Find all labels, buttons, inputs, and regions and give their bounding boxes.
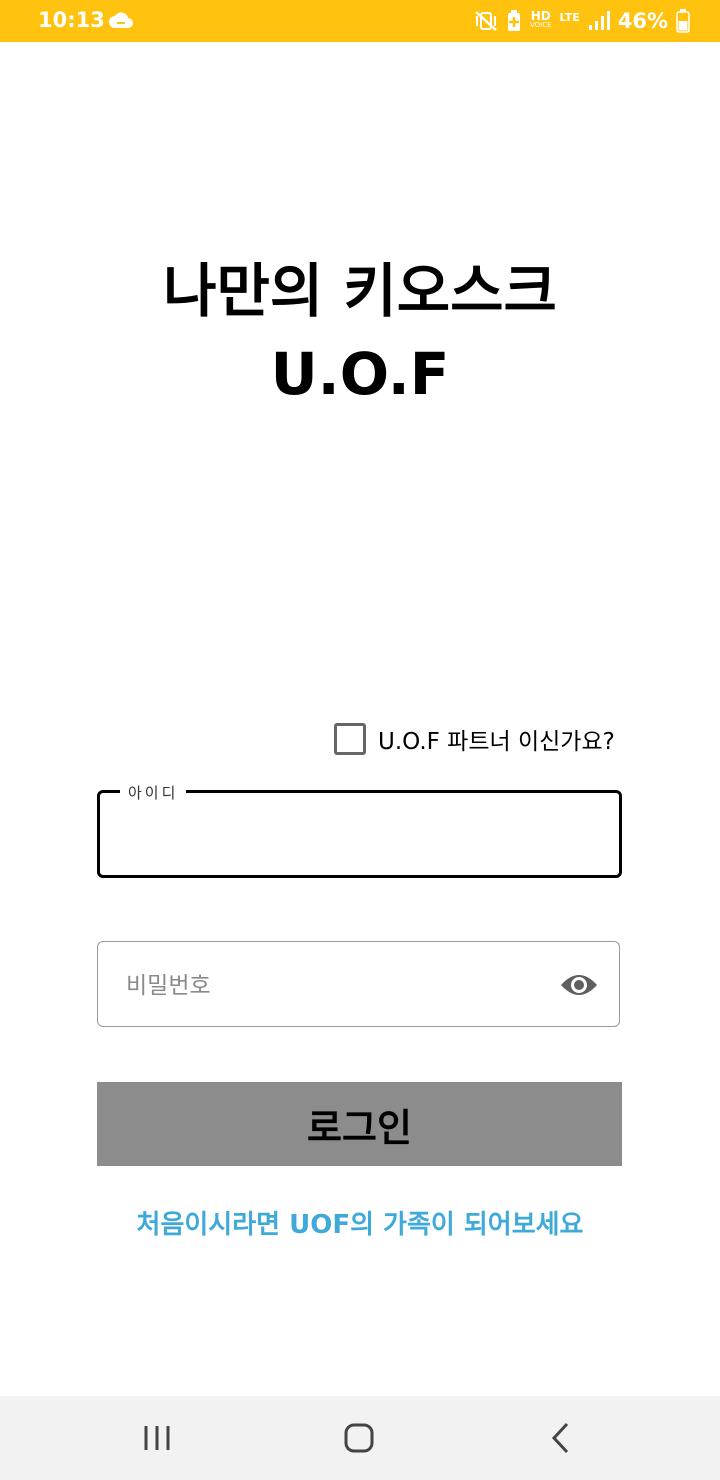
status-bar: 10:13 HD VOICE LTE 46% <box>0 0 720 42</box>
home-icon[interactable] <box>339 1418 379 1458</box>
vibrate-mute-icon <box>475 11 497 31</box>
back-icon[interactable] <box>541 1418 581 1458</box>
status-time: 10:13 <box>38 8 105 32</box>
partner-checkbox[interactable] <box>334 723 366 755</box>
voice-label: VOICE <box>529 21 552 29</box>
password-field[interactable] <box>97 941 620 1027</box>
eye-icon[interactable] <box>559 970 599 1000</box>
login-button[interactable]: 로그인 <box>97 1082 622 1166</box>
cloud-icon <box>109 12 133 28</box>
id-field[interactable]: 아이디 <box>97 782 622 878</box>
partner-checkbox-row[interactable]: U.O.F 파트너 이신가요? <box>334 722 615 756</box>
id-field-label: 아이디 <box>120 782 187 803</box>
lte-label: LTE <box>559 10 580 24</box>
recents-icon[interactable] <box>137 1418 177 1458</box>
app-subtitle: U.O.F <box>270 340 450 408</box>
app-title: 나만의 키오스크 <box>163 257 557 325</box>
battery-saver-icon <box>507 10 520 31</box>
partner-checkbox-label: U.O.F 파트너 이신가요? <box>378 729 615 755</box>
signal-icon <box>588 11 610 30</box>
battery-icon <box>676 9 690 33</box>
battery-percent: 46% <box>617 9 668 33</box>
signup-link[interactable]: 처음이시라면 UOF의 가족이 되어보세요 <box>0 1204 720 1241</box>
hd-voice-indicator: HD VOICE <box>529 9 552 30</box>
password-input[interactable] <box>124 960 548 1010</box>
hd-label: HD <box>530 9 551 23</box>
navigation-bar <box>0 1396 720 1480</box>
status-icons: HD VOICE LTE 46% <box>474 7 690 35</box>
id-input[interactable] <box>118 809 602 861</box>
